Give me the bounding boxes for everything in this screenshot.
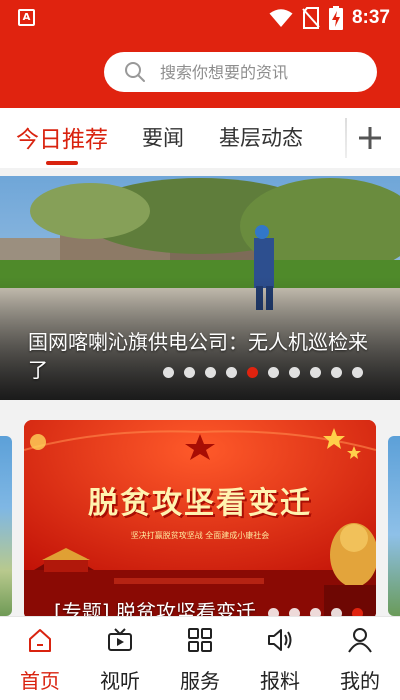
- hero-pagination-dot[interactable]: [226, 367, 237, 378]
- hero-pagination-dot[interactable]: [352, 367, 363, 378]
- nav-video[interactable]: 视听: [80, 617, 160, 700]
- plus-icon[interactable]: [350, 118, 390, 158]
- feature-banner[interactable]: 脱贫攻坚看变迁 坚决打赢脱贫攻坚战 全面建成小康社会 [专题] 脱贫攻坚看变迁: [24, 420, 376, 616]
- bottom-navigation: 首页 视听 服务 报料 我的: [0, 616, 400, 700]
- nav-report-label: 报料: [260, 669, 300, 693]
- app-header: A 8:37: [0, 0, 400, 108]
- video-icon: [108, 628, 132, 651]
- banner-caption[interactable]: [专题] 脱贫攻坚看变迁: [54, 596, 256, 616]
- nav-profile[interactable]: 我的: [320, 617, 400, 700]
- search-input[interactable]: [160, 62, 360, 82]
- status-bar: A 8:37: [0, 0, 400, 36]
- previous-slide-preview[interactable]: [0, 436, 12, 616]
- tab-headlines[interactable]: 要闻: [142, 122, 184, 152]
- banner-pagination-dot[interactable]: [352, 608, 363, 616]
- tab-today-recommended[interactable]: 今日推荐: [16, 120, 108, 154]
- hero-pagination-dot[interactable]: [331, 367, 342, 378]
- user-icon: [348, 628, 372, 653]
- hero-carousel[interactable]: 国网喀喇沁旗供电公司：无人机巡检来了: [0, 176, 400, 400]
- banner-heading: 脱贫攻坚看变迁: [88, 486, 312, 521]
- no-sim-icon: [302, 7, 320, 29]
- banner-pagination-dot[interactable]: [268, 608, 279, 616]
- home-icon: [29, 629, 51, 652]
- banner-subheading: 坚决打赢脱贫攻坚战 全面建成小康社会: [130, 531, 270, 540]
- nav-profile-label: 我的: [340, 669, 380, 693]
- hero-pagination-dot[interactable]: [247, 367, 258, 378]
- hero-pagination-dot[interactable]: [205, 367, 216, 378]
- next-slide-preview[interactable]: [388, 436, 400, 616]
- wifi-icon: [269, 9, 293, 27]
- speaker-icon: [268, 629, 292, 651]
- nav-services-label: 服务: [180, 669, 220, 693]
- channel-tabs: 今日推荐 要闻 基层动态: [0, 108, 400, 168]
- banner-pagination: [268, 608, 363, 616]
- clock: 8:37: [351, 7, 390, 28]
- search-bar[interactable]: [104, 52, 377, 92]
- battery-charging-icon: [328, 6, 343, 30]
- app-notification-icon: A: [18, 9, 35, 26]
- nav-video-label: 视听: [100, 669, 140, 693]
- banner-pagination-dot[interactable]: [331, 608, 342, 616]
- hero-pagination-dot[interactable]: [268, 367, 279, 378]
- hero-pagination-dot[interactable]: [289, 367, 300, 378]
- feature-carousel[interactable]: 脱贫攻坚看变迁 坚决打赢脱贫攻坚战 全面建成小康社会 [专题] 脱贫攻坚看变迁: [0, 408, 400, 616]
- active-tab-indicator: [46, 161, 78, 165]
- banner-pagination-dot[interactable]: [310, 608, 321, 616]
- hero-pagination-dot[interactable]: [184, 367, 195, 378]
- hero-pagination-dot[interactable]: [163, 367, 174, 378]
- hero-pagination-dot[interactable]: [310, 367, 321, 378]
- tab-grassroots-news[interactable]: 基层动态: [219, 122, 303, 152]
- status-icons: 8:37: [269, 6, 390, 30]
- nav-home-label: 首页: [20, 669, 60, 693]
- grid-icon: [188, 628, 212, 652]
- banner-pagination-dot[interactable]: [289, 608, 300, 616]
- hero-pagination: [163, 367, 363, 378]
- search-icon: [125, 62, 145, 82]
- nav-services[interactable]: 服务: [160, 617, 240, 700]
- nav-home[interactable]: 首页: [0, 617, 80, 700]
- nav-report[interactable]: 报料: [240, 617, 320, 700]
- tabs-divider: [345, 118, 347, 158]
